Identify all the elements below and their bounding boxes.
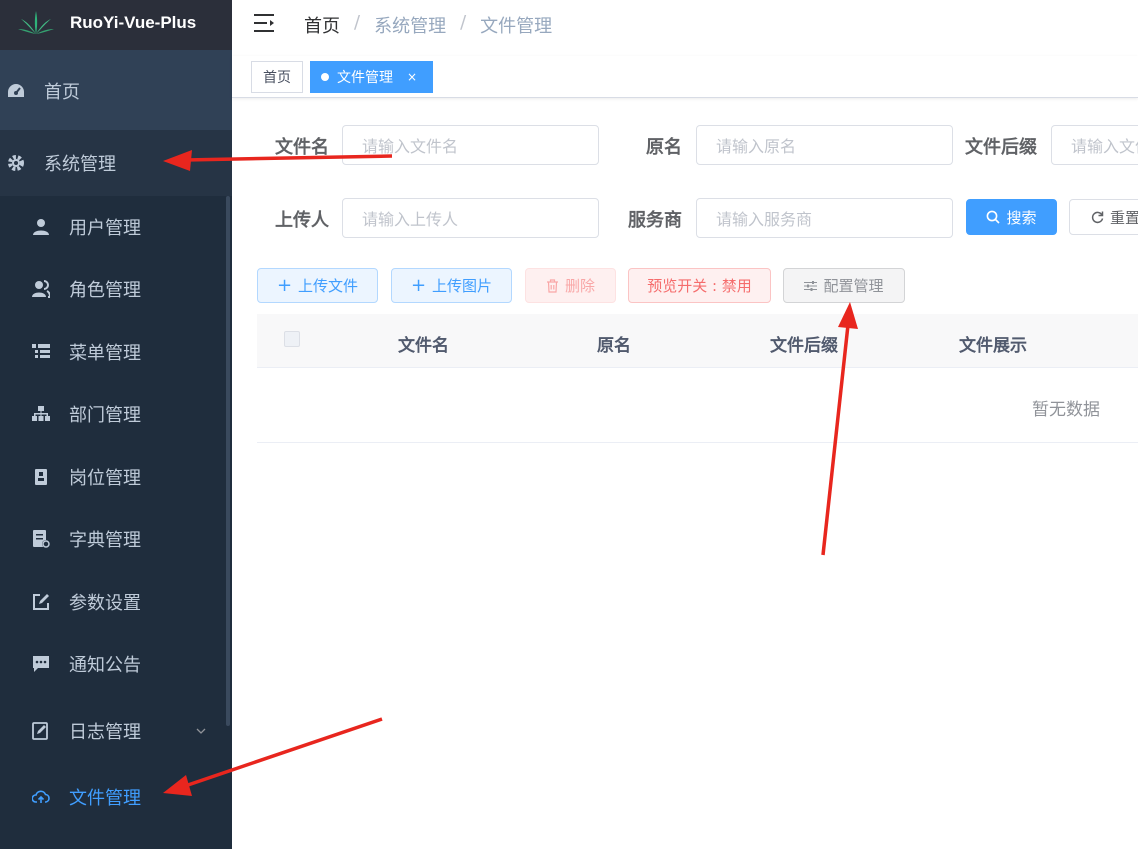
tree-table-icon — [32, 343, 50, 361]
breadcrumb-current: 文件管理 — [480, 16, 553, 37]
tag-home[interactable]: 首页 — [251, 61, 303, 93]
edit-icon — [32, 593, 50, 611]
uploader-label: 上传人 — [275, 210, 329, 231]
tag-label: 文件管理 — [337, 70, 393, 86]
sidebar-item-posts[interactable]: 岗位管理 — [0, 446, 232, 508]
user-icon — [32, 218, 50, 236]
originalname-label: 原名 — [646, 137, 682, 158]
sidebar-item-dict[interactable]: 字典管理 — [0, 508, 232, 570]
tag-file-management[interactable]: 文件管理 × — [310, 61, 433, 93]
sidebar-item-params[interactable]: 参数设置 — [0, 571, 232, 633]
sidebar-item-roles[interactable]: 角色管理 — [0, 258, 232, 320]
sidebar-item-label: 用户管理 — [69, 218, 141, 239]
message-icon — [32, 655, 50, 673]
sidebar-item-label: 首页 — [44, 82, 80, 103]
navbar: 首页 / 系统管理 / 文件管理 — [232, 0, 1138, 50]
plus-icon: + — [276, 275, 293, 296]
trash-icon — [546, 278, 558, 293]
sidebar: RuoYi-Vue-Plus 首页 系统管理 用户管理 角色管理 菜单管理 部门… — [0, 0, 232, 849]
select-all-checkbox[interactable] — [284, 331, 300, 347]
search-button[interactable]: 搜索 — [966, 199, 1057, 235]
empty-text: 暂无数据 — [1032, 400, 1100, 420]
table-empty-row: 暂无数据 — [257, 368, 1138, 443]
sidebar-item-label: 部门管理 — [69, 405, 141, 426]
originalname-input[interactable]: 请输入原名 — [696, 125, 953, 165]
uploader-input[interactable]: 请输入上传人 — [342, 198, 599, 238]
search-button-label: 搜索 — [1006, 208, 1037, 227]
breadcrumb-home[interactable]: 首页 — [304, 12, 340, 38]
sidebar-item-notice[interactable]: 通知公告 — [0, 633, 232, 695]
dashboard-icon — [7, 82, 25, 100]
sidebar-item-label: 菜单管理 — [69, 343, 141, 364]
column-header: 原名 — [597, 336, 631, 356]
preview-toggle-button[interactable]: 预览开关 : 禁用 — [628, 268, 771, 303]
sidebar-item-departments[interactable]: 部门管理 — [0, 383, 232, 445]
delete-label: 删除 — [564, 277, 595, 295]
upload-icon — [32, 788, 50, 806]
breadcrumb-separator: / — [354, 12, 361, 33]
sidebar-item-system[interactable]: 系统管理 — [0, 130, 232, 196]
log-icon — [32, 722, 50, 740]
active-dot — [321, 73, 329, 81]
sidebar-item-home[interactable]: 首页 — [0, 60, 232, 122]
gear-icon — [7, 154, 25, 172]
sidebar-item-label: 字典管理 — [69, 530, 141, 551]
upload-file-label: 上传文件 — [298, 277, 359, 295]
sidebar-item-label: 系统管理 — [44, 154, 116, 175]
reset-button[interactable]: 重置 — [1069, 199, 1138, 235]
config-label: 配置管理 — [823, 277, 884, 295]
search-icon — [987, 210, 1001, 224]
suffix-label: 文件后缀 — [965, 137, 1037, 158]
reset-button-label: 重置 — [1110, 208, 1138, 227]
peoples-icon — [32, 280, 50, 298]
sidebar-item-files[interactable]: 文件管理 — [0, 766, 232, 828]
filename-label: 文件名 — [275, 137, 329, 158]
upload-file-button[interactable]: + 上传文件 — [257, 268, 378, 303]
chevron-down-icon — [196, 728, 206, 734]
column-header: 文件后缀 — [770, 336, 838, 356]
service-label: 服务商 — [628, 210, 682, 231]
column-header: 文件名 — [398, 336, 449, 356]
delete-button[interactable]: 删除 — [525, 268, 616, 303]
app-title: RuoYi-Vue-Plus — [70, 13, 197, 32]
post-icon — [32, 468, 50, 486]
config-button[interactable]: 配置管理 — [783, 268, 905, 303]
logo-icon — [18, 11, 54, 34]
service-input[interactable]: 请输入服务商 — [696, 198, 953, 238]
suffix-input[interactable]: 请输入文件后缀 — [1051, 125, 1138, 165]
sidebar-item-label: 日志管理 — [69, 722, 141, 743]
upload-image-label: 上传图片 — [432, 277, 493, 295]
sidebar-item-menus[interactable]: 菜单管理 — [0, 321, 232, 383]
tree-icon — [32, 405, 50, 423]
sliders-icon — [804, 280, 818, 291]
sidebar-item-users[interactable]: 用户管理 — [0, 196, 232, 258]
breadcrumb-separator: / — [460, 12, 467, 33]
tags-view: 首页 文件管理 × — [232, 56, 1138, 98]
sidebar-item-label: 角色管理 — [69, 280, 141, 301]
logo-bar[interactable]: RuoYi-Vue-Plus — [0, 0, 232, 50]
sidebar-item-label: 文件管理 — [69, 788, 141, 809]
sidebar-item-label: 参数设置 — [69, 593, 141, 614]
refresh-icon — [1091, 211, 1104, 224]
sidebar-item-label: 通知公告 — [69, 655, 141, 676]
hamburger-icon[interactable] — [254, 13, 276, 33]
breadcrumb: 首页 / 系统管理 / 文件管理 — [304, 12, 552, 38]
column-header: 文件展示 — [959, 336, 1027, 356]
sidebar-item-logs[interactable]: 日志管理 — [0, 700, 232, 762]
filename-input[interactable]: 请输入文件名 — [342, 125, 599, 165]
sidebar-item-label: 岗位管理 — [69, 468, 141, 489]
plus-icon: + — [410, 275, 427, 296]
table-header: 文件名 原名 文件后缀 文件展示 — [257, 314, 1138, 368]
close-icon[interactable]: × — [407, 70, 417, 84]
dict-icon — [32, 530, 50, 548]
breadcrumb-system: 系统管理 — [374, 16, 447, 37]
upload-image-button[interactable]: + 上传图片 — [391, 268, 512, 303]
